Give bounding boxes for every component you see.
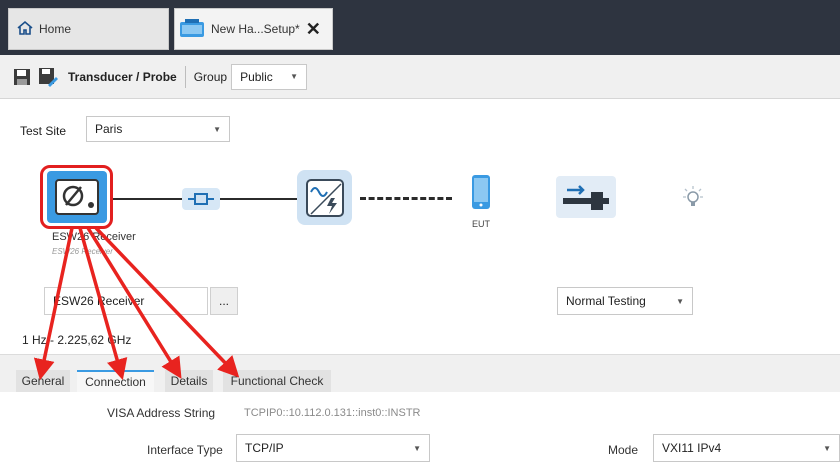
- close-tab-icon[interactable]: ✕: [306, 20, 321, 38]
- device-name-field[interactable]: ESW26 Receiver: [44, 287, 208, 315]
- smartphone-icon: [472, 175, 490, 209]
- generator-icon: [305, 178, 344, 217]
- group-select-value: Public: [240, 69, 273, 84]
- device-name-value: ESW26 Receiver: [53, 294, 145, 308]
- chevron-down-icon: ▼: [823, 443, 831, 453]
- group-select[interactable]: Public ▼: [231, 63, 308, 90]
- generator-device[interactable]: [297, 170, 352, 225]
- tab-setup-label: New Ha...Setup*: [211, 22, 300, 36]
- main-panel: Test Site Paris ▼ ESW26 Receiver ESW26 R…: [0, 100, 840, 472]
- browse-button[interactable]: ...: [210, 287, 238, 315]
- interface-type-select[interactable]: TCP/IP ▼: [236, 434, 430, 462]
- test-mode-select[interactable]: Normal Testing ▼: [557, 287, 693, 315]
- tab-connection[interactable]: Connection: [77, 370, 154, 392]
- indicator-device[interactable]: [678, 184, 708, 212]
- chain-connector-dashed: [360, 197, 452, 200]
- lamp-icon: [683, 186, 703, 206]
- save-as-icon[interactable]: [38, 67, 58, 87]
- receiver-icon: [46, 171, 107, 223]
- receiver-chain-name: ESW26 Receiver: [52, 231, 136, 243]
- tab-details[interactable]: Details: [165, 370, 213, 392]
- test-site-select[interactable]: Paris ▼: [86, 116, 230, 142]
- test-mode-value: Normal Testing: [566, 294, 646, 308]
- detail-tab-strip: General Connection Details Functional Ch…: [0, 354, 840, 392]
- receiver-device[interactable]: [40, 165, 113, 229]
- chevron-down-icon: ▼: [213, 124, 221, 134]
- group-label: Group: [193, 69, 228, 84]
- tab-home[interactable]: Home: [8, 8, 169, 50]
- eut-device[interactable]: [471, 174, 491, 210]
- chain-connector: [220, 198, 297, 200]
- chevron-down-icon: ▼: [290, 72, 299, 81]
- test-site-value: Paris: [95, 122, 123, 136]
- coupler-device[interactable]: [182, 188, 220, 210]
- save-icon[interactable]: [12, 67, 32, 87]
- eut-label: EUT: [472, 219, 490, 229]
- toolbar: Transducer / Probe Group Public ▼: [0, 55, 840, 99]
- positioner-device[interactable]: [556, 176, 616, 218]
- tab-new-hardware-setup[interactable]: New Ha...Setup* ✕: [174, 8, 333, 50]
- document-tab-bar: Home New Ha...Setup* ✕: [0, 0, 840, 55]
- toolbar-title: Transducer / Probe: [68, 69, 177, 84]
- chevron-down-icon: ▼: [676, 296, 684, 306]
- positioner-icon: [563, 185, 609, 210]
- receiver-chain-caption: ESW26 Receiver: [52, 247, 113, 256]
- chain-connector: [113, 198, 182, 200]
- tab-functional-check[interactable]: Functional Check: [223, 370, 331, 392]
- connection-mode-label: Mode: [608, 443, 639, 457]
- toolbar-divider: [184, 65, 186, 88]
- connection-mode-select[interactable]: VXI11 IPv4 ▼: [653, 434, 840, 462]
- tab-home-label: Home: [39, 22, 72, 36]
- frequency-range: 1 Hz - 2.225,62 GHz: [22, 333, 132, 347]
- interface-type-label: Interface Type: [147, 443, 223, 457]
- test-site-label: Test Site: [20, 124, 67, 138]
- visa-address-value: TCPIP0::10.112.0.131::inst0::INSTR: [244, 407, 421, 419]
- connection-mode-value: VXI11 IPv4: [662, 441, 722, 455]
- home-icon: [17, 20, 33, 39]
- visa-address-label: VISA Address String: [107, 406, 216, 420]
- hardware-setup-icon: [179, 17, 205, 42]
- chevron-down-icon: ▼: [413, 443, 421, 453]
- interface-type-value: TCP/IP: [245, 441, 284, 455]
- coupler-icon: [188, 193, 214, 205]
- tab-general[interactable]: General: [16, 370, 70, 392]
